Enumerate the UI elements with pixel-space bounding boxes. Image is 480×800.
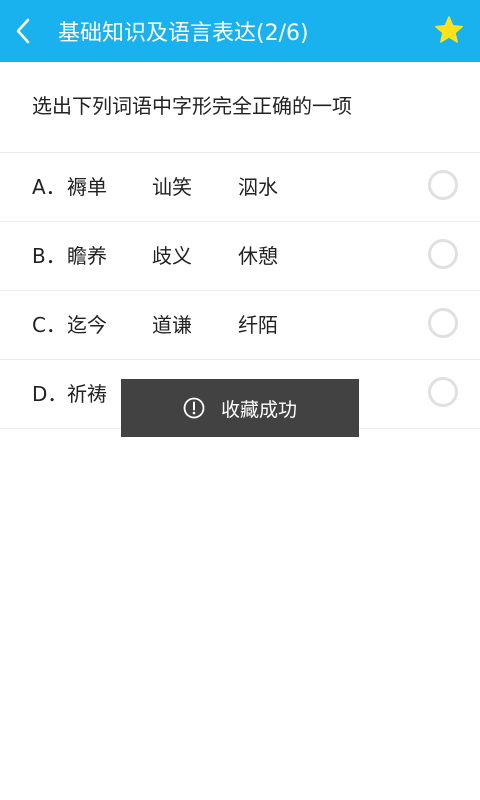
- info-icon: [183, 397, 205, 419]
- radio-button[interactable]: [428, 170, 458, 200]
- question-text: 选出下列词语中字形完全正确的一项: [32, 94, 352, 118]
- option-letter: D．: [32, 382, 68, 406]
- option-b[interactable]: B． 瞻养 歧义 休憩: [0, 222, 480, 291]
- option-word: 褥单: [67, 175, 107, 199]
- option-word: 休憩: [238, 244, 278, 268]
- option-word: 歧义: [152, 244, 192, 268]
- option-c[interactable]: C． 迄今 道谦 纤陌: [0, 291, 480, 360]
- chevron-left-icon: [15, 17, 31, 45]
- option-letter: C．: [32, 313, 66, 337]
- option-word: 瞻养: [67, 244, 107, 268]
- option-letter: B．: [32, 244, 66, 268]
- back-button[interactable]: [0, 0, 46, 62]
- option-word: 纤陌: [238, 313, 278, 337]
- option-word: 祈祷: [67, 382, 107, 406]
- radio-button[interactable]: [428, 308, 458, 338]
- toast-message: 收藏成功: [121, 379, 359, 437]
- option-word: 泅水: [238, 175, 278, 199]
- option-letter: A．: [32, 175, 66, 199]
- toast-text: 收藏成功: [220, 398, 297, 421]
- app-header: 基础知识及语言表达(2/6): [0, 0, 480, 62]
- radio-button[interactable]: [428, 377, 458, 407]
- favorite-button[interactable]: [434, 15, 464, 45]
- page-title: 基础知识及语言表达(2/6): [58, 21, 309, 46]
- option-word: 讪笑: [152, 175, 192, 199]
- option-word: 道谦: [152, 313, 192, 337]
- option-word: 迄今: [67, 313, 107, 337]
- radio-button[interactable]: [428, 239, 458, 269]
- star-icon: [434, 15, 464, 45]
- option-a[interactable]: A． 褥单 讪笑 泅水: [0, 153, 480, 222]
